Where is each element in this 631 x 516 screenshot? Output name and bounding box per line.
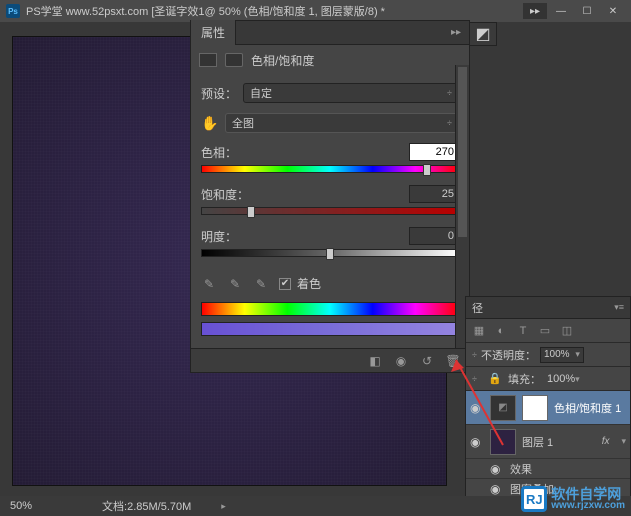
chevron-right-icon[interactable]: ▸: [221, 501, 226, 512]
channel-select[interactable]: 全图 ÷: [225, 113, 459, 133]
opacity-label: 不透明度：: [481, 347, 536, 363]
panel-body: 预设： 自定 ÷ ✋ 全图 ÷ 色相： 270: [191, 75, 469, 348]
chevron-down-icon: ÷: [447, 118, 452, 128]
photoshop-icon: Ps: [6, 4, 20, 18]
hue-slider[interactable]: [201, 165, 459, 173]
preset-label: 预设：: [201, 85, 237, 102]
filter-type-icon[interactable]: T: [516, 324, 530, 338]
clip-to-layer-icon[interactable]: ◧: [367, 353, 383, 369]
saturation-slider-group: 饱和度： 25: [201, 185, 459, 215]
collapse-button[interactable]: ▸▸: [523, 3, 547, 19]
layer-thumb[interactable]: [490, 429, 516, 455]
saturation-slider[interactable]: [201, 207, 459, 215]
tab-properties[interactable]: 属性: [191, 20, 236, 45]
properties-panel: 属性 ▸▸ 色相/饱和度 预设： 自定 ÷ ✋ 全图 ÷ 色相： 270: [190, 20, 470, 373]
watermark-text: 软件自学网: [551, 487, 625, 501]
reset-icon[interactable]: ↺: [419, 353, 435, 369]
lightness-label: 明度：: [201, 228, 237, 245]
filter-smart-icon[interactable]: ◫: [560, 324, 574, 338]
window-titlebar: Ps PS学堂 www.52psxt.com [圣诞字效1@ 50% (色相/饱…: [0, 0, 631, 22]
saturation-thumb[interactable]: [247, 206, 255, 218]
view-previous-icon[interactable]: ◉: [393, 353, 409, 369]
watermark-logo: RJ: [521, 486, 547, 512]
visibility-icon[interactable]: ◉: [490, 462, 504, 476]
lock-dropdown[interactable]: ÷: [472, 374, 482, 384]
hue-input[interactable]: 270: [409, 143, 459, 161]
eyedropper-add-icon[interactable]: ✎: [227, 276, 243, 292]
filter-shape-icon[interactable]: ▭: [538, 324, 552, 338]
eyedropper-row: ✎ ✎ ✎ ✔ 着色: [201, 269, 459, 302]
lock-icon[interactable]: 🔒: [488, 372, 502, 386]
fill-label: 填充：: [508, 371, 541, 387]
panel-dock-icons: ◩: [469, 22, 497, 46]
filter-pixel-icon[interactable]: ▦: [472, 324, 486, 338]
layer-hue-saturation[interactable]: ◉ ◩ 色相/饱和度 1: [466, 391, 630, 425]
layers-panel: 径 ▾≡ ▦ ◐ T ▭ ◫ ÷ 不透明度： 100%▾ ÷ 🔒 填充： 100…: [465, 296, 631, 500]
panel-footer: ◧ ◉ ↺ 🗑: [191, 348, 469, 372]
lightness-input[interactable]: 0: [409, 227, 459, 245]
layers-tab-row: 径 ▾≡: [466, 297, 630, 319]
document-info[interactable]: 文档:2.85M/5.70M: [102, 498, 191, 514]
targeted-adjustment-icon[interactable]: ✋: [201, 114, 219, 132]
hue-thumb[interactable]: [423, 164, 431, 176]
hue-label: 色相：: [201, 144, 237, 161]
panel-tab-row: 属性 ▸▸: [191, 21, 469, 45]
hue-slider-group: 色相： 270: [201, 143, 459, 173]
tab-paths[interactable]: 径: [472, 300, 483, 316]
panel-flyout-icon[interactable]: ▸▸: [443, 27, 469, 38]
visibility-icon[interactable]: ◉: [490, 482, 504, 496]
eyedropper-icon[interactable]: ✎: [201, 276, 217, 292]
colorize-label: 着色: [297, 275, 321, 292]
layer-mask-thumb[interactable]: [522, 395, 548, 421]
fx-badge[interactable]: fx: [602, 436, 616, 447]
hue-spectrum-preview: [201, 302, 459, 316]
adjustment-title: 色相/饱和度: [251, 52, 314, 69]
saturation-label: 饱和度：: [201, 186, 249, 203]
layer-1[interactable]: ◉ 图层 1 fx ▾: [466, 425, 630, 459]
mask-icon[interactable]: [225, 53, 243, 67]
lightness-thumb[interactable]: [326, 248, 334, 260]
watermark: RJ 软件自学网 www.rjzxw.com: [521, 486, 625, 512]
eyedropper-subtract-icon[interactable]: ✎: [253, 276, 269, 292]
saturation-input[interactable]: 25: [409, 185, 459, 203]
filter-adjustment-icon[interactable]: ◐: [494, 324, 508, 338]
chevron-down-icon[interactable]: ▾: [621, 436, 626, 447]
blend-mode-dropdown[interactable]: ÷: [472, 350, 477, 360]
close-button[interactable]: ✕: [601, 3, 625, 19]
preset-row: 预设： 自定 ÷: [201, 83, 459, 103]
opacity-input[interactable]: 100%▾: [540, 347, 584, 363]
visibility-icon[interactable]: ◉: [470, 401, 484, 415]
adjustment-type-icon: [199, 53, 217, 67]
effects-label: 效果: [510, 461, 532, 477]
result-spectrum-preview: [201, 322, 459, 336]
adjustment-header: 色相/饱和度: [191, 45, 469, 75]
layer-name[interactable]: 色相/饱和度 1: [554, 400, 626, 416]
preset-value: 自定: [250, 85, 272, 101]
layer-filter-row: ▦ ◐ T ▭ ◫: [466, 319, 630, 343]
lock-row: ÷ 🔒 填充： 100%▾: [466, 367, 630, 391]
maximize-button[interactable]: ☐: [575, 3, 599, 19]
layer-effects-row[interactable]: ◉ 效果: [466, 459, 630, 479]
lightness-slider[interactable]: [201, 249, 459, 257]
preset-select[interactable]: 自定 ÷: [243, 83, 459, 103]
visibility-icon[interactable]: ◉: [470, 435, 484, 449]
channel-value: 全图: [232, 115, 254, 131]
adjustment-thumb[interactable]: ◩: [490, 395, 516, 421]
layer-name[interactable]: 图层 1: [522, 434, 596, 450]
channel-row: ✋ 全图 ÷: [201, 113, 459, 133]
document-title: PS学堂 www.52psxt.com [圣诞字效1@ 50% (色相/饱和度 …: [26, 3, 521, 19]
checkbox-icon: ✔: [279, 278, 291, 290]
chevron-down-icon: ÷: [447, 88, 452, 98]
watermark-url: www.rjzxw.com: [551, 501, 625, 511]
zoom-level[interactable]: 50%: [10, 500, 32, 512]
opacity-row: ÷ 不透明度： 100%▾: [466, 343, 630, 367]
minimize-button[interactable]: —: [549, 3, 573, 19]
lightness-slider-group: 明度： 0: [201, 227, 459, 257]
trash-icon[interactable]: 🗑: [445, 353, 461, 369]
panel-flyout-icon[interactable]: ▾≡: [614, 302, 624, 313]
colorize-checkbox[interactable]: ✔ 着色: [279, 275, 321, 292]
adjustments-icon[interactable]: ◩: [469, 22, 497, 46]
fill-input[interactable]: 100%▾: [547, 373, 580, 385]
